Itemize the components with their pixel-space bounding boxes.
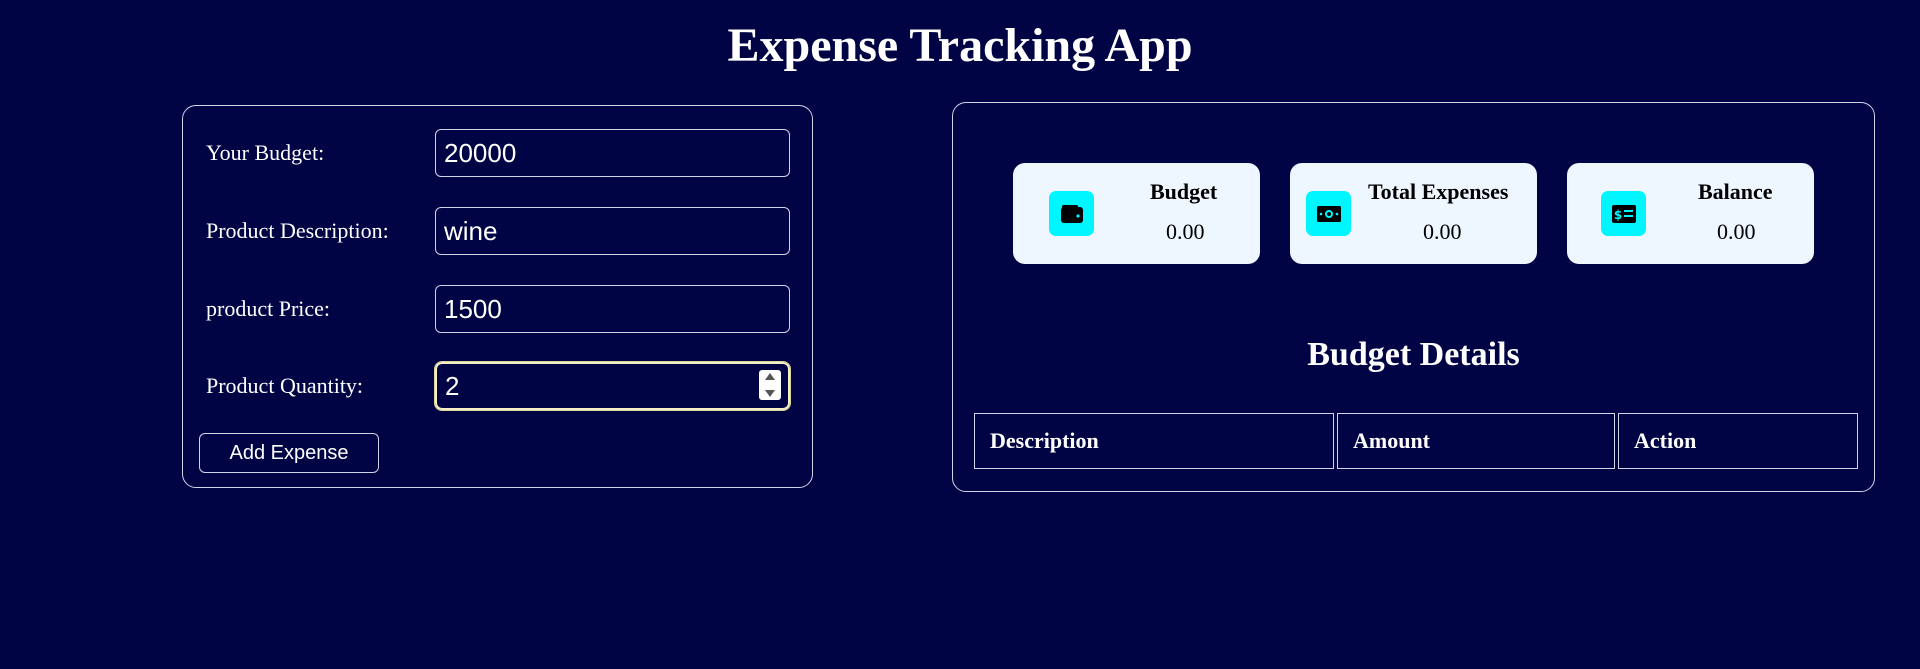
page: Expense Tracking App Your Budget: Produc… bbox=[0, 0, 1920, 669]
description-label: Product Description: bbox=[206, 218, 389, 243]
budget-card: Budget 0.00 bbox=[1013, 163, 1260, 264]
budget-details-title: Budget Details bbox=[1307, 336, 1520, 373]
summary-panel: Budget 0.00 Total Expenses 0.00 $ Balanc… bbox=[952, 102, 1875, 492]
budget-details-table: Description Amount Action bbox=[971, 413, 1861, 469]
total-expenses-card-title: Total Expenses bbox=[1368, 179, 1509, 204]
total-expenses-card: Total Expenses 0.00 bbox=[1290, 163, 1537, 264]
budget-card-title: Budget bbox=[1150, 179, 1218, 204]
budget-row: Your Budget: bbox=[206, 129, 791, 177]
price-label: product Price: bbox=[206, 296, 331, 321]
column-header-description: Description bbox=[974, 413, 1334, 469]
quantity-input[interactable] bbox=[435, 362, 790, 410]
price-row: product Price: bbox=[206, 285, 791, 333]
balance-card-value: 0.00 bbox=[1717, 219, 1756, 244]
page-title: Expense Tracking App bbox=[727, 19, 1193, 72]
description-input[interactable] bbox=[435, 207, 790, 255]
balance-card: $ Balance 0.00 bbox=[1567, 163, 1814, 264]
column-header-action: Action bbox=[1618, 413, 1858, 469]
quantity-label: Product Quantity: bbox=[206, 373, 364, 398]
money-bill-icon bbox=[1306, 191, 1351, 236]
quantity-stepper[interactable] bbox=[759, 370, 781, 400]
budget-input[interactable] bbox=[435, 129, 790, 177]
table-header-row: Description Amount Action bbox=[974, 413, 1858, 469]
add-expense-button[interactable]: Add Expense bbox=[199, 433, 379, 473]
balance-card-title: Balance bbox=[1698, 179, 1773, 204]
stepper-down-icon[interactable] bbox=[765, 390, 775, 397]
description-row: Product Description: bbox=[206, 207, 791, 255]
expense-form: Your Budget: Product Description: produc… bbox=[182, 105, 813, 488]
quantity-row: Product Quantity: bbox=[206, 362, 791, 410]
svg-text:$: $ bbox=[1613, 208, 1621, 222]
total-expenses-card-value: 0.00 bbox=[1423, 219, 1462, 244]
column-header-amount: Amount bbox=[1337, 413, 1615, 469]
money-check-icon: $ bbox=[1601, 191, 1646, 236]
wallet-icon bbox=[1049, 191, 1094, 236]
stepper-up-icon[interactable] bbox=[765, 373, 775, 380]
budget-label: Your Budget: bbox=[206, 140, 325, 165]
budget-card-value: 0.00 bbox=[1166, 219, 1205, 244]
price-input[interactable] bbox=[435, 285, 790, 333]
